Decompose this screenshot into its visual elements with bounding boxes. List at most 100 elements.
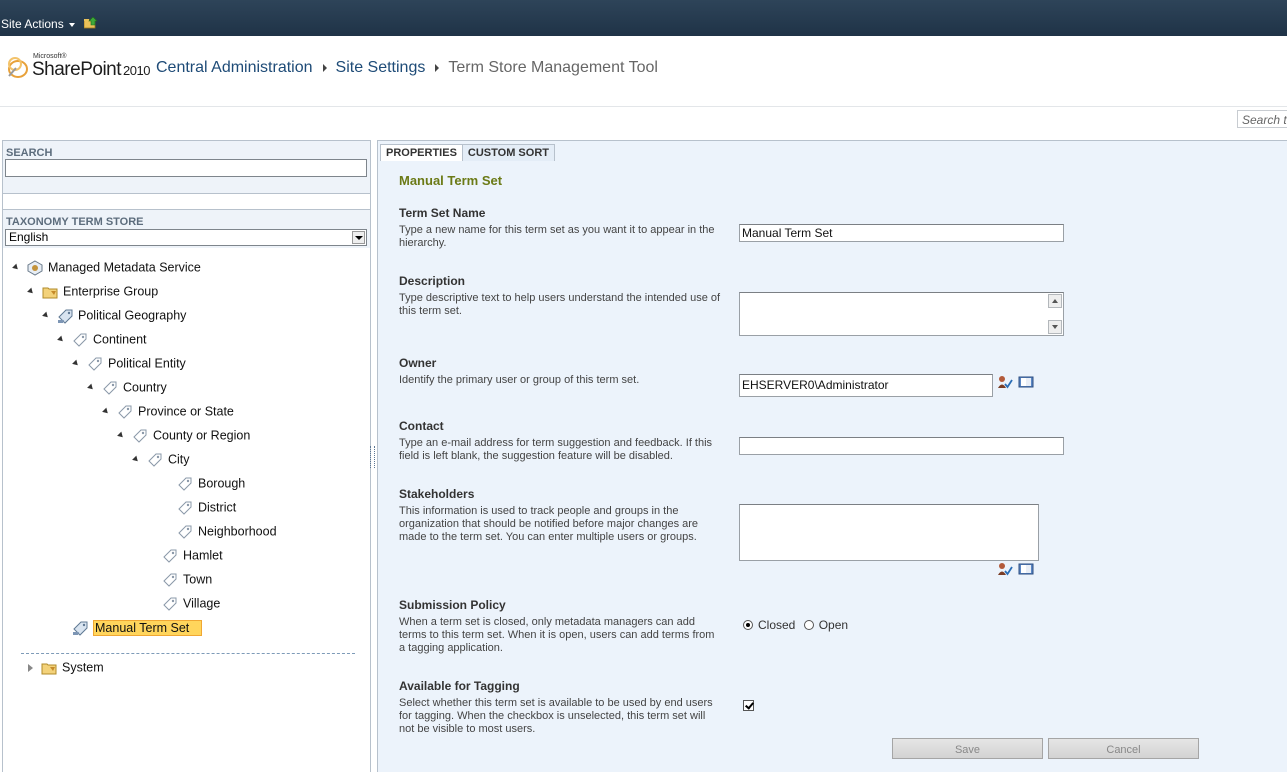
page-header: Microsoft® SharePoint 2010 Central Admini… (0, 36, 1287, 133)
tree-node[interactable]: Village (148, 593, 220, 613)
check-names-icon[interactable] (997, 375, 1013, 389)
tab-properties[interactable]: PROPERTIES (380, 144, 463, 161)
tree-node[interactable]: Country (87, 377, 167, 397)
tree-node[interactable]: County or Region (117, 425, 251, 445)
tree-node[interactable]: Enterprise Group (27, 281, 158, 301)
term-tag-icon (72, 332, 88, 348)
pane-splitter-handle[interactable] (370, 446, 375, 468)
termset-icon (57, 308, 73, 324)
tree-node[interactable]: Manual Term Set (58, 617, 203, 637)
tree-node[interactable]: Managed Metadata Service (12, 257, 201, 277)
tree-node[interactable]: Borough (163, 473, 245, 493)
tree-node-label: Neighborhood (198, 524, 277, 539)
search-strip: Search t (0, 106, 1287, 133)
description-desc: Type descriptive text to help users unde… (399, 292, 721, 317)
taxonomy-label: TAXONOMY TERM STORE (6, 216, 144, 228)
expand-arrow-icon[interactable] (42, 311, 50, 320)
tab-custom-sort[interactable]: CUSTOM SORT (461, 144, 555, 161)
expand-arrow-icon[interactable] (12, 263, 20, 272)
breadcrumb-central-admin[interactable]: Central Administration (156, 59, 313, 76)
tree-divider (21, 653, 355, 654)
expand-arrow-icon[interactable] (72, 359, 80, 368)
stakeholders-desc: This information is used to track people… (399, 505, 699, 543)
tree-node-label: Political Geography (78, 308, 187, 323)
breadcrumb-site-settings[interactable]: Site Settings (336, 59, 426, 76)
language-select[interactable]: English (5, 229, 367, 246)
radio-open-label[interactable]: Open (819, 618, 848, 632)
submission-policy-desc: When a term set is closed, only metadata… (399, 616, 715, 654)
scroll-down-icon[interactable] (1048, 320, 1062, 334)
tree-node[interactable]: District (163, 497, 236, 517)
term-tag-icon (177, 500, 193, 516)
scroll-up-icon[interactable] (1048, 294, 1062, 308)
sharepoint-logo[interactable]: Microsoft® SharePoint 2010 (6, 50, 150, 84)
radio-open[interactable] (803, 619, 814, 630)
term-tag-icon (117, 404, 133, 420)
navigation-pane: SEARCH TAXONOMY TERM STORE English Manag… (2, 140, 371, 772)
expand-arrow-icon[interactable] (87, 383, 95, 392)
taxonomy-section: TAXONOMY TERM STORE English (3, 209, 370, 248)
term-tag-icon (147, 452, 163, 468)
collapse-arrow-icon[interactable] (28, 663, 33, 672)
tagging-desc: Select whether this term set is availabl… (399, 697, 713, 735)
tree-node[interactable]: Neighborhood (163, 521, 277, 541)
term-tag-icon (162, 548, 178, 564)
tree-node[interactable]: Political Entity (72, 353, 186, 373)
term-tag-icon (162, 596, 178, 612)
save-button[interactable]: Save (892, 738, 1043, 759)
tab-bar: PROPERTIES CUSTOM SORT (380, 143, 555, 161)
browse-address-book-icon[interactable] (1018, 375, 1034, 389)
form-title: Manual Term Set (399, 173, 503, 188)
stakeholders-input[interactable] (739, 504, 1039, 561)
contact-title: Contact (399, 419, 444, 433)
browse-address-book-icon[interactable] (1018, 562, 1034, 576)
owner-input[interactable]: EHSERVER0\Administrator (739, 374, 993, 397)
tree-node-label: City (168, 452, 190, 467)
radio-closed-label[interactable]: Closed (758, 618, 795, 632)
check-names-icon[interactable] (997, 562, 1013, 576)
description-textarea[interactable] (739, 292, 1064, 336)
dropdown-arrow-icon[interactable] (352, 231, 365, 244)
expand-arrow-icon[interactable] (117, 431, 125, 440)
site-actions-label: Site Actions (1, 17, 64, 31)
group-folder-icon (42, 284, 58, 300)
available-for-tagging-checkbox[interactable] (743, 700, 754, 711)
breadcrumb-separator-icon (322, 63, 327, 72)
tree-node[interactable]: Political Geography (42, 305, 187, 325)
description-scrollbar[interactable] (1048, 294, 1062, 334)
tree-node-label: Managed Metadata Service (48, 260, 201, 275)
tree-node[interactable]: City (132, 449, 190, 469)
tree-node-label: County or Region (153, 428, 251, 443)
site-search-input[interactable]: Search t (1237, 110, 1287, 128)
navigate-up-icon[interactable] (84, 17, 98, 29)
contact-email-input[interactable] (739, 437, 1064, 455)
tree-node[interactable]: System (28, 657, 104, 677)
radio-closed[interactable] (743, 619, 753, 630)
top-bar: Site Actions (0, 0, 1287, 36)
expand-arrow-icon[interactable] (132, 455, 140, 464)
tree-node[interactable]: Province or State (102, 401, 234, 421)
site-actions-menu[interactable]: Site Actions (1, 17, 75, 31)
stakeholders-title: Stakeholders (399, 487, 475, 501)
tree-node-label: Town (183, 572, 213, 587)
cancel-button[interactable]: Cancel (1048, 738, 1199, 759)
term-search-input[interactable] (5, 159, 367, 177)
term-set-name-input[interactable]: Manual Term Set (739, 224, 1064, 242)
expand-arrow-icon[interactable] (27, 287, 35, 296)
chevron-down-icon (68, 22, 75, 27)
description-title: Description (399, 274, 466, 288)
sharepoint-logo-icon (8, 57, 28, 78)
tree-node[interactable]: Town (148, 569, 212, 589)
search-label: SEARCH (6, 147, 53, 159)
tree-node-label: Village (183, 596, 221, 611)
tree-node[interactable]: Hamlet (148, 545, 223, 565)
termset-icon (72, 620, 88, 636)
tree-node[interactable]: Continent (57, 329, 147, 349)
expand-arrow-icon[interactable] (102, 407, 110, 416)
tree-node-label: System (62, 660, 104, 675)
tagging-title: Available for Tagging (399, 679, 520, 693)
logo-text: SharePoint 2010 (32, 59, 150, 81)
expand-arrow-icon[interactable] (57, 335, 65, 344)
breadcrumb-separator-icon (435, 63, 440, 72)
tree-node-label: Country (123, 380, 167, 395)
